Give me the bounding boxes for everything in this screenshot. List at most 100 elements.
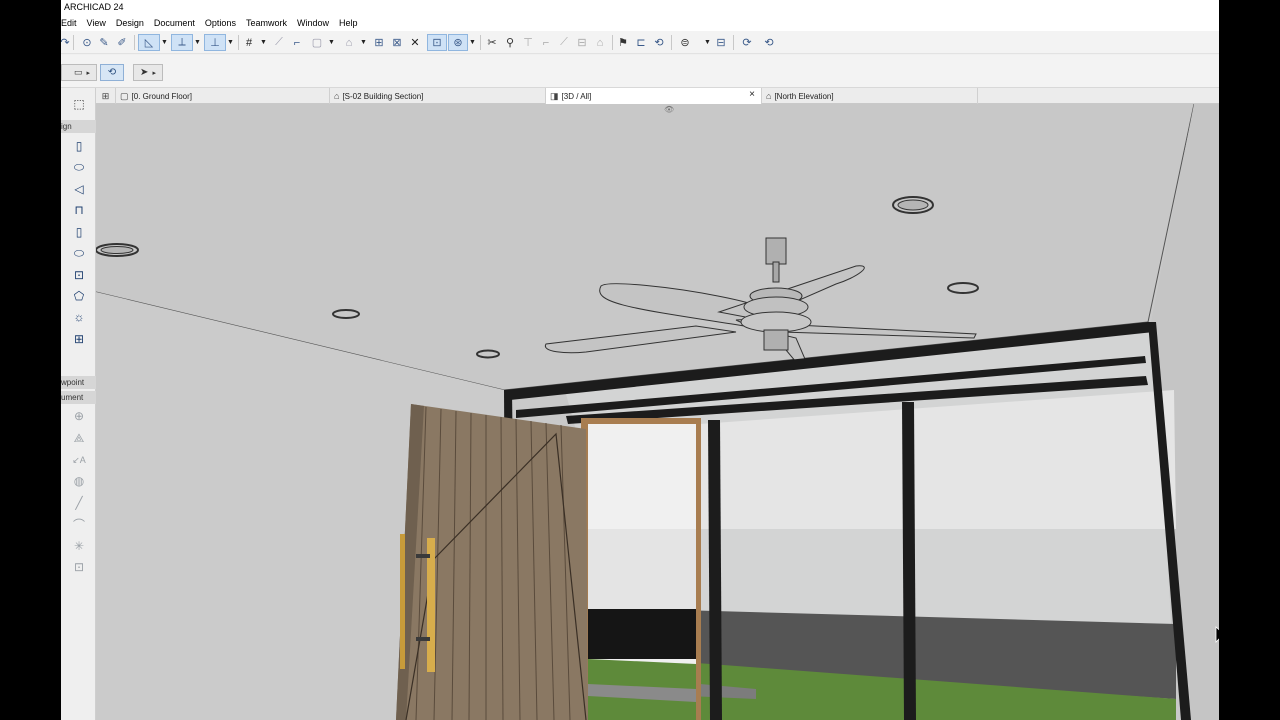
- wall-tool-icon[interactable]: ▯: [71, 138, 87, 154]
- arrow-icon: ➤: [140, 67, 149, 78]
- roof-tool-icon[interactable]: ◁: [71, 181, 87, 197]
- guide-lines-icon[interactable]: ◺: [138, 34, 160, 51]
- section-icon: ⌂: [334, 91, 340, 101]
- wooden-door: [396, 404, 588, 720]
- chevron-right-icon: ▸: [86, 69, 91, 77]
- publisher-icon[interactable]: ⊟: [713, 34, 729, 51]
- lamp-tool-icon[interactable]: ☼: [71, 309, 87, 325]
- marquee-icon: ▭: [74, 67, 83, 77]
- drawing-tool-icon[interactable]: ⊡: [71, 559, 87, 575]
- door-handle: [427, 538, 435, 672]
- chevron-down-icon[interactable]: ▼: [194, 34, 201, 51]
- 3d-scene[interactable]: [96, 104, 1219, 720]
- marquee-mode-group[interactable]: ▭ ▸: [61, 64, 97, 81]
- 3d-view-icon: ◨: [550, 90, 559, 101]
- menu-edit[interactable]: Edit: [61, 15, 82, 31]
- 3d-explore-icon[interactable]: ⊛: [448, 34, 468, 51]
- chevron-down-icon[interactable]: ▼: [704, 34, 711, 51]
- tab-north-elevation[interactable]: ⌂ [North Elevation]: [762, 88, 978, 104]
- menu-design[interactable]: Design: [111, 15, 149, 31]
- design-section-header[interactable]: ign: [61, 120, 96, 133]
- shell-tool-icon[interactable]: ⬠: [71, 288, 87, 304]
- lock-icon[interactable]: ⌂: [341, 34, 357, 51]
- suspend-groups-icon[interactable]: ⟋: [271, 34, 287, 51]
- fill-tool-icon[interactable]: ◍: [71, 473, 87, 489]
- grid-snap-icon[interactable]: #: [241, 34, 257, 51]
- close-icon[interactable]: ×: [749, 89, 755, 100]
- curtain-wall-tool-icon[interactable]: ⊞: [71, 331, 87, 347]
- offset-icon[interactable]: ⊤: [520, 34, 536, 51]
- orbit-icon: ⟲: [107, 67, 117, 78]
- measure-icon[interactable]: ⚲: [502, 34, 518, 51]
- elevate-icon[interactable]: ⊏: [633, 34, 649, 51]
- teamwork-receive-icon[interactable]: ⟲: [761, 34, 777, 51]
- floor-plan-icon: ▢: [120, 90, 129, 101]
- info-toolbar: ▭ ▸ ⟲ ➤ ▸: [61, 55, 1219, 88]
- layer-icon[interactable]: ▢: [309, 34, 325, 51]
- zoom-fit-icon[interactable]: ✕: [407, 34, 423, 51]
- menu-window[interactable]: Window: [292, 15, 334, 31]
- chevron-down-icon[interactable]: ▼: [469, 34, 476, 51]
- screen: ARCHICAD 24 Edit View Design Document Op…: [0, 0, 1280, 720]
- cursor-icon[interactable]: ⌐: [289, 34, 305, 51]
- redo-icon[interactable]: ↷: [61, 34, 70, 51]
- chevron-right-icon: ▸: [152, 69, 156, 77]
- marquee-tool-icon[interactable]: ⬚: [71, 96, 87, 112]
- level-dimension-tool-icon[interactable]: ⟁: [71, 430, 87, 446]
- split-icon[interactable]: ⟋: [556, 34, 572, 51]
- tab-building-section[interactable]: ⌂ [S-02 Building Section]: [330, 88, 546, 104]
- renovation-icon[interactable]: ⊞: [371, 34, 387, 51]
- teamwork-send-icon[interactable]: ⟳: [739, 34, 755, 51]
- eye-icon[interactable]: 👁: [664, 105, 674, 114]
- menu-help[interactable]: Help: [334, 15, 363, 31]
- rotate-icon[interactable]: ⟲: [651, 34, 667, 51]
- hotspot-tool-icon[interactable]: ✳: [71, 538, 87, 554]
- pick-up-parameters-icon[interactable]: ⊙: [79, 34, 95, 51]
- trim-icon[interactable]: ⌐: [538, 34, 554, 51]
- intersect-icon[interactable]: ⌂: [592, 34, 608, 51]
- 3d-viewport[interactable]: 👁: [96, 104, 1219, 720]
- tab-overview-button[interactable]: ⊞: [96, 88, 116, 104]
- view-settings-icon[interactable]: ⊜: [677, 34, 693, 51]
- graphic-override-icon[interactable]: ⊠: [389, 34, 405, 51]
- chevron-down-icon[interactable]: ▼: [161, 34, 168, 51]
- stair-tool-icon[interactable]: ⬭: [71, 245, 87, 261]
- document-section-header[interactable]: ument: [61, 391, 96, 404]
- flag-icon[interactable]: ⚑: [615, 34, 631, 51]
- menu-teamwork[interactable]: Teamwork: [241, 15, 292, 31]
- slab-tool-icon[interactable]: ⬭: [71, 159, 87, 175]
- snap-points-icon[interactable]: ⊥: [204, 34, 226, 51]
- arc-tool-icon[interactable]: ⌒: [71, 516, 87, 532]
- door-handle: [400, 534, 405, 669]
- tab-3d-all[interactable]: ◨ [3D / All] ×: [546, 88, 762, 104]
- tab-label: [S-02 Building Section]: [342, 91, 424, 101]
- arrow-mode-group[interactable]: ➤ ▸: [133, 64, 163, 81]
- dimension-tool-icon[interactable]: ⊕: [71, 408, 87, 424]
- tab-label: [0. Ground Floor]: [131, 91, 192, 101]
- door-tool-icon[interactable]: ▯: [71, 224, 87, 240]
- tab-label: [North Elevation]: [774, 91, 834, 101]
- elevation-icon: ⌂: [766, 91, 772, 101]
- chevron-down-icon[interactable]: ▼: [328, 34, 335, 51]
- tab-ground-floor[interactable]: ▢ [0. Ground Floor]: [116, 88, 330, 104]
- menu-bar: Edit View Design Document Options Teamwo…: [61, 15, 1219, 31]
- menu-document[interactable]: Document: [149, 15, 200, 31]
- syringe-icon[interactable]: ✐: [114, 34, 130, 51]
- snap-guides-icon[interactable]: ⟂: [171, 34, 193, 51]
- chevron-down-icon[interactable]: ▼: [227, 34, 234, 51]
- menu-options[interactable]: Options: [200, 15, 241, 31]
- text-tool-icon[interactable]: ↙A: [71, 452, 87, 468]
- orbit-button[interactable]: ⟲: [100, 64, 124, 81]
- viewpoint-section-header[interactable]: wpoint: [61, 376, 96, 389]
- adjust-icon[interactable]: ⊟: [574, 34, 590, 51]
- eyedropper-icon[interactable]: ✎: [96, 34, 112, 51]
- chevron-down-icon[interactable]: ▼: [360, 34, 367, 51]
- object-tool-icon[interactable]: ⊡: [71, 267, 87, 283]
- railing-tool-icon[interactable]: ⊓: [71, 202, 87, 218]
- chevron-down-icon[interactable]: ▼: [260, 34, 267, 51]
- menu-view[interactable]: View: [82, 15, 111, 31]
- window-title: ARCHICAD 24: [64, 2, 124, 12]
- trace-reference-icon[interactable]: ⊡: [427, 34, 447, 51]
- cut-icon[interactable]: ✂: [484, 34, 500, 51]
- line-tool-icon[interactable]: ╱: [71, 495, 87, 511]
